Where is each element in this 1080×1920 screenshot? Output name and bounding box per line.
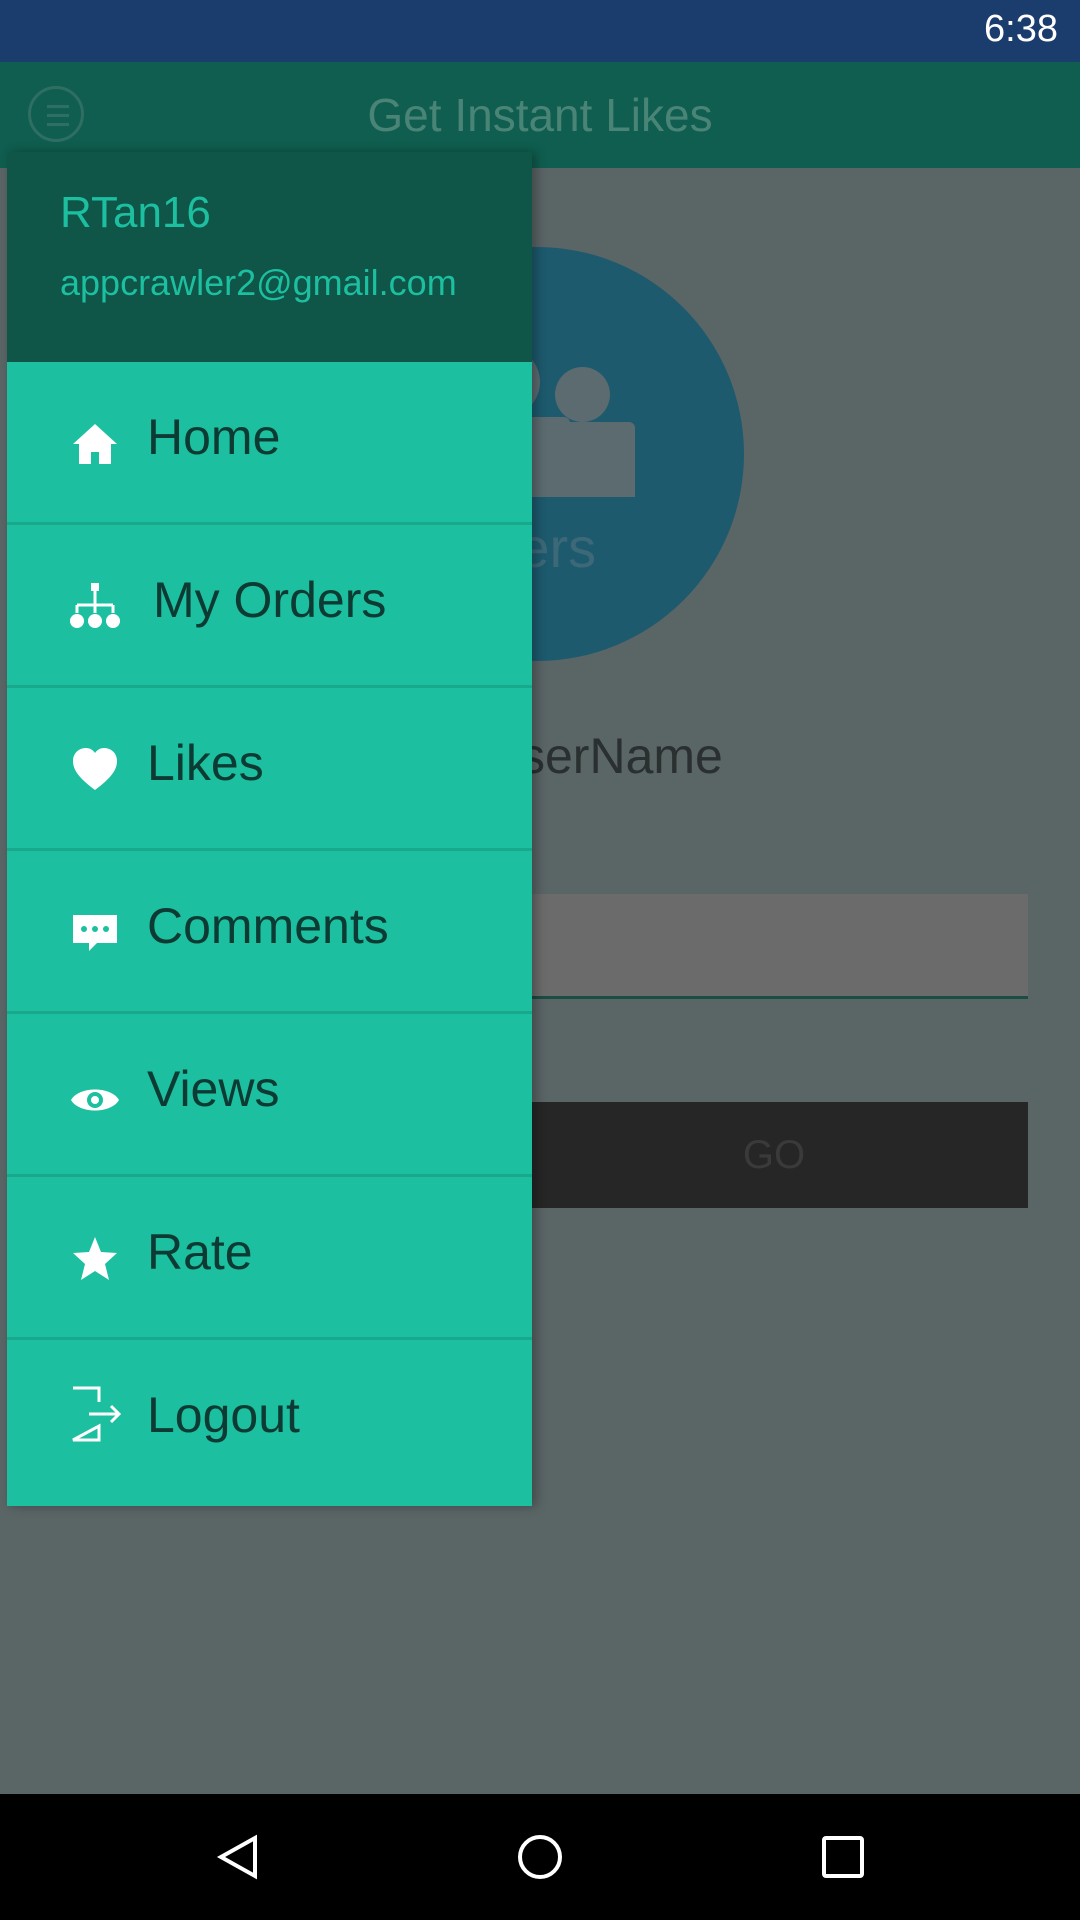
eye-icon (71, 1089, 119, 1111)
drawer-item-comments[interactable]: Comments (7, 851, 532, 1014)
drawer-item-logout[interactable]: Logout (7, 1340, 532, 1506)
home-button[interactable] (480, 1794, 600, 1920)
heart-icon (73, 748, 117, 790)
username-input[interactable] (520, 894, 1028, 999)
drawer-item-label: Logout (147, 1387, 300, 1443)
drawer-item-label: My Orders (153, 572, 387, 628)
drawer-item-likes[interactable]: Likes (7, 688, 532, 851)
drawer-item-label: Views (147, 1061, 280, 1117)
drawer-item-label: Home (147, 409, 281, 465)
username-label: serName (520, 728, 723, 784)
recents-icon (822, 1836, 864, 1878)
drawer-item-views[interactable]: Views (7, 1014, 532, 1177)
hierarchy-icon (70, 583, 120, 628)
drawer-email: appcrawler2@gmail.com (60, 262, 457, 303)
drawer-item-label: Likes (147, 735, 264, 791)
comment-icon (73, 915, 117, 951)
home-icon (73, 424, 117, 464)
go-button[interactable]: GO (520, 1102, 1028, 1208)
status-bar: 6:38 (0, 0, 1080, 62)
app-title: Get Instant Likes (367, 89, 713, 141)
drawer-item-label: Comments (147, 898, 389, 954)
status-time: 6:38 (984, 8, 1058, 50)
drawer-header: RTan16 appcrawler2@gmail.com (7, 152, 532, 362)
drawer-item-label: Rate (147, 1224, 253, 1280)
back-icon (216, 1834, 257, 1880)
navigation-bar (0, 1794, 1080, 1920)
home-nav-icon (518, 1835, 562, 1879)
logout-icon (72, 1386, 122, 1442)
navigation-drawer: RTan16 appcrawler2@gmail.com Home My Ord… (7, 152, 532, 1506)
drawer-item-home[interactable]: Home (7, 362, 532, 525)
back-button[interactable] (178, 1794, 298, 1920)
drawer-username: RTan16 (60, 188, 211, 237)
recents-button[interactable] (783, 1794, 903, 1920)
star-icon (73, 1237, 117, 1280)
drawer-item-my-orders[interactable]: My Orders (7, 525, 532, 688)
drawer-item-rate[interactable]: Rate (7, 1177, 532, 1340)
